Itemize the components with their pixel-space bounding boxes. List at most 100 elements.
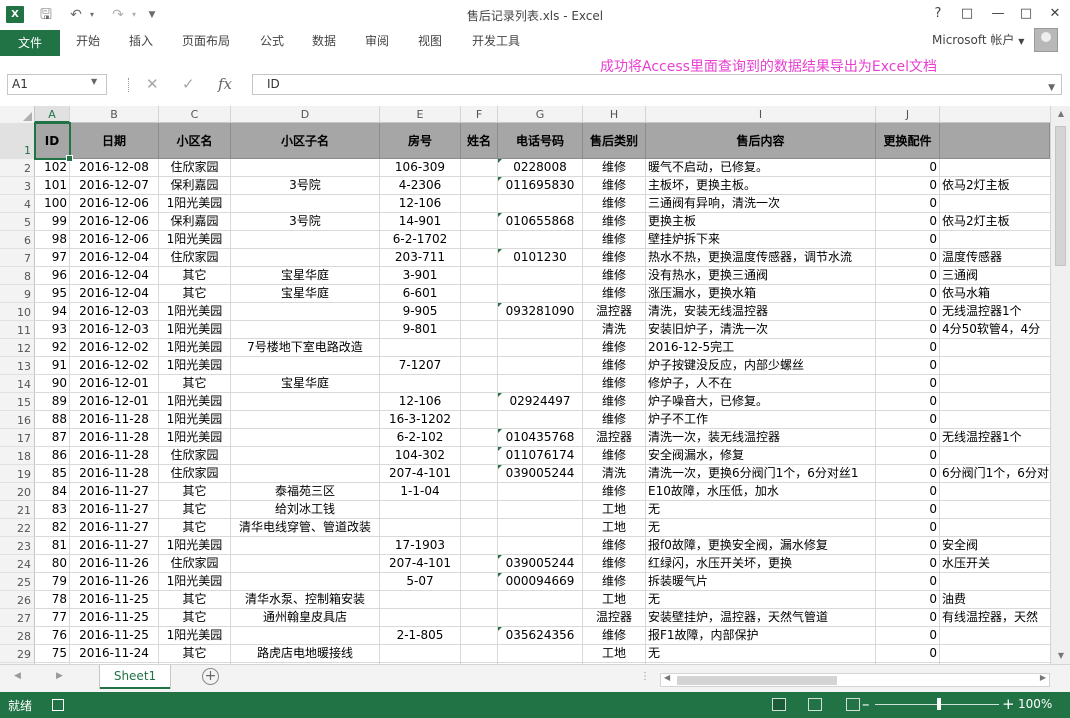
table-cell[interactable]: 88: [35, 411, 70, 429]
table-cell[interactable]: [498, 267, 583, 285]
table-cell[interactable]: 住欣家园: [159, 249, 231, 267]
table-cell[interactable]: 安全阀漏水，修复: [646, 447, 876, 465]
table-cell[interactable]: 1阳光美园: [159, 339, 231, 357]
table-cell[interactable]: 工地: [583, 519, 646, 537]
table-cell[interactable]: 三通阀: [940, 267, 1050, 285]
split-handle-icon[interactable]: ⋮: [640, 671, 650, 682]
table-cell[interactable]: 0: [876, 393, 940, 411]
tab-formulas[interactable]: 公式: [260, 30, 284, 56]
table-cell[interactable]: 1阳光美园: [159, 537, 231, 555]
tab-developer[interactable]: 开发工具: [472, 30, 520, 56]
table-cell[interactable]: 0: [876, 609, 940, 627]
table-cell[interactable]: 3号院: [231, 177, 380, 195]
vertical-scroll-thumb[interactable]: [1055, 126, 1066, 266]
table-cell[interactable]: 安装旧炉子，清洗一次: [646, 321, 876, 339]
expand-formula-bar-icon[interactable]: ▼: [1048, 79, 1055, 98]
table-cell[interactable]: [380, 591, 461, 609]
table-cell[interactable]: 2016-12-01: [70, 393, 159, 411]
table-cell[interactable]: [231, 321, 380, 339]
table-cell[interactable]: 6-601: [380, 285, 461, 303]
table-cell[interactable]: 给刘冰工钱: [231, 501, 380, 519]
table-cell[interactable]: 其它: [159, 483, 231, 501]
tab-insert[interactable]: 插入: [129, 30, 153, 56]
table-cell[interactable]: 维修: [583, 159, 646, 177]
table-cell[interactable]: 1-1-04: [380, 483, 461, 501]
table-cell[interactable]: 红绿闪，水压开关坏，更换: [646, 555, 876, 573]
column-header-f[interactable]: F: [461, 106, 498, 123]
row-header-15[interactable]: 15: [0, 393, 35, 411]
table-cell[interactable]: [940, 519, 1050, 537]
account-menu[interactable]: Microsoft 帐户 ▼: [932, 30, 1024, 52]
row-header-24[interactable]: 24: [0, 555, 35, 573]
next-sheet-icon[interactable]: ▶: [56, 671, 63, 681]
table-cell[interactable]: [498, 231, 583, 249]
table-cell[interactable]: 16-3-1202: [380, 411, 461, 429]
table-cell[interactable]: [940, 483, 1050, 501]
table-cell[interactable]: 106-309: [380, 159, 461, 177]
table-cell[interactable]: 035624356: [498, 627, 583, 645]
table-cell[interactable]: [461, 573, 498, 591]
table-cell[interactable]: 2016-12-04: [70, 267, 159, 285]
table-cell[interactable]: [231, 357, 380, 375]
table-cell[interactable]: 2016-11-25: [70, 609, 159, 627]
table-cell[interactable]: 清华电线穿管、管道改装: [231, 519, 380, 537]
table-cell[interactable]: 其它: [159, 375, 231, 393]
table-cell[interactable]: 0: [876, 357, 940, 375]
table-cell[interactable]: 宝星华庭: [231, 267, 380, 285]
table-cell[interactable]: [940, 501, 1050, 519]
table-cell[interactable]: [498, 483, 583, 501]
table-cell[interactable]: [940, 447, 1050, 465]
header-cell[interactable]: 售后类别: [583, 123, 646, 159]
row-header-21[interactable]: 21: [0, 501, 35, 519]
normal-view-icon[interactable]: [772, 698, 786, 711]
row-header-5[interactable]: 5: [0, 213, 35, 231]
table-cell[interactable]: 011076174: [498, 447, 583, 465]
table-cell[interactable]: [461, 627, 498, 645]
table-cell[interactable]: 维修: [583, 627, 646, 645]
table-cell[interactable]: 维修: [583, 573, 646, 591]
minimize-button[interactable]: —: [986, 4, 1010, 24]
row-header-29[interactable]: 29: [0, 645, 35, 663]
table-cell[interactable]: 保利嘉园: [159, 177, 231, 195]
table-cell[interactable]: [498, 375, 583, 393]
table-cell[interactable]: 2016-11-28: [70, 465, 159, 483]
table-cell[interactable]: 住欣家园: [159, 555, 231, 573]
table-cell[interactable]: 维修: [583, 285, 646, 303]
table-cell[interactable]: [231, 303, 380, 321]
table-cell[interactable]: 通州翰皇皮具店: [231, 609, 380, 627]
table-cell[interactable]: 99: [35, 213, 70, 231]
table-cell[interactable]: 2016-12-04: [70, 285, 159, 303]
table-cell[interactable]: 1阳光美园: [159, 411, 231, 429]
table-cell[interactable]: 2016-11-27: [70, 501, 159, 519]
table-cell[interactable]: 0: [876, 591, 940, 609]
table-cell[interactable]: 维修: [583, 357, 646, 375]
table-cell[interactable]: 维修: [583, 177, 646, 195]
table-cell[interactable]: 无: [646, 519, 876, 537]
table-cell[interactable]: 3-901: [380, 267, 461, 285]
table-cell[interactable]: [940, 375, 1050, 393]
table-cell[interactable]: 2016-12-07: [70, 177, 159, 195]
table-cell[interactable]: 炉子不工作: [646, 411, 876, 429]
sheet-tab-sheet1[interactable]: Sheet1: [100, 665, 170, 689]
tab-file[interactable]: 文件: [0, 30, 60, 56]
table-cell[interactable]: 0: [876, 375, 940, 393]
zoom-in-icon[interactable]: +: [1002, 695, 1015, 713]
table-cell[interactable]: 无: [646, 645, 876, 663]
table-cell[interactable]: 油费: [940, 591, 1050, 609]
header-cell[interactable]: 小区子名: [231, 123, 380, 159]
table-cell[interactable]: [380, 519, 461, 537]
page-break-view-icon[interactable]: [846, 698, 860, 711]
table-cell[interactable]: 0: [876, 447, 940, 465]
table-cell[interactable]: 0101230: [498, 249, 583, 267]
table-cell[interactable]: 87: [35, 429, 70, 447]
table-cell[interactable]: 010435768: [498, 429, 583, 447]
table-cell[interactable]: 1阳光美园: [159, 195, 231, 213]
row-header-17[interactable]: 17: [0, 429, 35, 447]
table-cell[interactable]: [461, 429, 498, 447]
table-cell[interactable]: [461, 285, 498, 303]
table-cell[interactable]: 17-1903: [380, 537, 461, 555]
table-cell[interactable]: 2016-12-08: [70, 159, 159, 177]
table-cell[interactable]: 1阳光美园: [159, 303, 231, 321]
table-cell[interactable]: 95: [35, 285, 70, 303]
horizontal-scrollbar[interactable]: ◀ ▶: [660, 673, 1050, 687]
